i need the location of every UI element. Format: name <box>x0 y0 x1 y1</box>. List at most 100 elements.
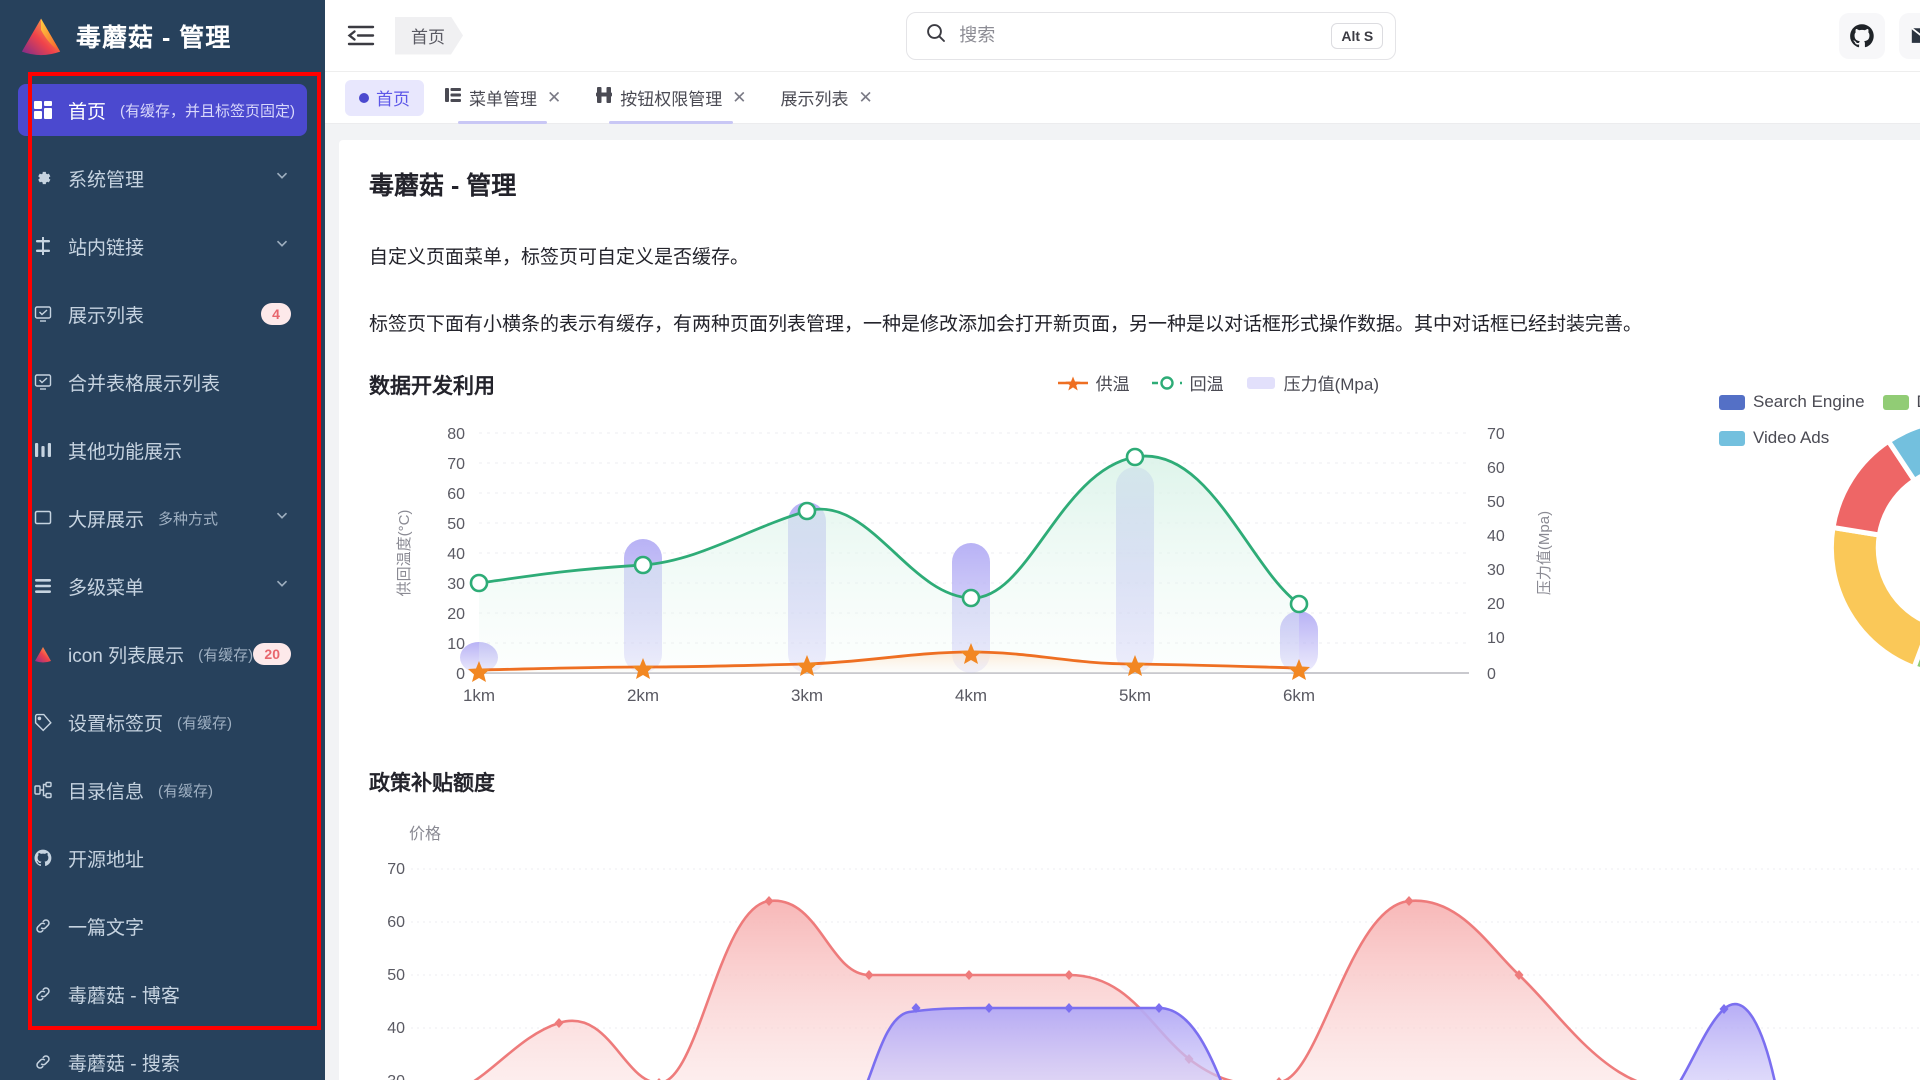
tab-home[interactable]: 首页 <box>345 80 424 116</box>
legend-label: Direct <box>1917 392 1920 412</box>
sidebar-item-blog[interactable]: 毒蘑菇 - 博客 <box>18 968 307 1020</box>
link-node-icon <box>32 235 54 257</box>
charts-row: 数据开发利用 供温 回温 <box>369 370 1920 713</box>
svg-text:0: 0 <box>1487 666 1496 683</box>
brand-title: 毒蘑菇 - 管理 <box>76 18 231 54</box>
sidebar-item-label: 展示列表 <box>68 301 144 328</box>
tab-display-list[interactable]: 展示列表 ✕ <box>767 80 887 116</box>
legend-swatch-icon <box>1719 431 1745 446</box>
sidebar-item-label: 一篇文字 <box>68 913 144 940</box>
svg-text:2km: 2km <box>627 686 659 705</box>
sidebar-item-search-site[interactable]: 毒蘑菇 - 搜索 <box>18 1036 307 1080</box>
svg-text:30: 30 <box>447 576 465 593</box>
search-input[interactable] <box>959 25 1331 46</box>
mail-icon[interactable] <box>1899 13 1920 59</box>
legend-item[interactable]: Search Engine <box>1719 392 1865 412</box>
link-icon <box>32 1051 54 1073</box>
close-icon[interactable]: ✕ <box>859 88 873 108</box>
search-wrap: Alt S <box>906 12 1396 60</box>
github-icon <box>32 847 54 869</box>
close-icon[interactable]: ✕ <box>732 88 746 108</box>
sidebar-item-merged-table-list[interactable]: 合并表格展示列表 <box>18 356 307 408</box>
main-area: 首页 Alt S <box>325 0 1920 1080</box>
monitor-icon <box>32 507 54 529</box>
sidebar-item-label: 其他功能展示 <box>68 437 182 464</box>
tab-label: 首页 <box>376 85 410 110</box>
svg-text:50: 50 <box>1487 494 1505 511</box>
sidebar-badge: 20 <box>253 643 291 665</box>
tab-label: 展示列表 <box>781 85 849 110</box>
legend-item[interactable]: Direct <box>1883 392 1920 412</box>
legend-item[interactable]: 供温 <box>1058 370 1130 395</box>
sidebar-badge: 4 <box>261 303 291 325</box>
search-box[interactable]: Alt S <box>906 12 1396 60</box>
legend-circle-marker-icon <box>1152 375 1182 391</box>
sidebar-item-tab-settings[interactable]: 设置标签页 (有缓存) <box>18 696 307 748</box>
close-icon[interactable]: ✕ <box>547 88 561 108</box>
mushroom-logo-icon <box>32 643 54 665</box>
sidebar-item-sub: (有缓存) <box>177 712 232 733</box>
legend-label: 回温 <box>1190 370 1224 395</box>
chevron-down-icon <box>273 234 291 258</box>
sidebar-item-other-features[interactable]: 其他功能展示 <box>18 424 307 476</box>
sidebar-item-multilevel-menu[interactable]: 多级菜单 <box>18 560 307 612</box>
sidebar-item-home[interactable]: 首页 (有缓存，并且标签页固定) <box>18 84 307 136</box>
legend-label: Search Engine <box>1753 392 1865 412</box>
tab-bar: 首页 菜单管理 ✕ 按钮权限管理 ✕ 展示列表 ✕ <box>325 72 1920 124</box>
sidebar-item-label: 目录信息 <box>68 777 144 804</box>
legend-item[interactable]: 回温 <box>1152 370 1224 395</box>
breadcrumb[interactable]: 首页 <box>395 17 463 55</box>
svg-text:5km: 5km <box>1119 686 1151 705</box>
legend-label: 压力值(Mpa) <box>1284 370 1379 395</box>
page-title: 毒蘑菇 - 管理 <box>369 166 1920 202</box>
sidebar-item-label: 毒蘑菇 - 博客 <box>68 981 180 1008</box>
sidebar-item-open-source[interactable]: 开源地址 <box>18 832 307 884</box>
sidebar-item-label: 设置标签页 <box>68 709 163 736</box>
collapse-menu-icon[interactable] <box>343 18 379 54</box>
brand[interactable]: 毒蘑菇 - 管理 <box>0 0 325 72</box>
chevron-down-icon <box>273 166 291 190</box>
svg-text:20: 20 <box>1487 596 1505 613</box>
chart-traffic-sources: Search Engine Direct Email <box>1709 370 1920 713</box>
legend-item[interactable]: 压力值(Mpa) <box>1246 370 1379 395</box>
chart-title: 数据开发利用 <box>369 370 1709 400</box>
legend-item[interactable]: Video Ads <box>1719 428 1829 448</box>
pie-legend: Search Engine Direct Email <box>1719 392 1920 448</box>
chevron-down-icon <box>273 506 291 530</box>
chart-data-usage: 数据开发利用 供温 回温 <box>369 370 1709 713</box>
y-axis-label: 供回温度(°C) <box>396 510 413 597</box>
bar-chart-icon <box>32 439 54 461</box>
sitemap-icon <box>32 779 54 801</box>
list-icon <box>444 86 462 109</box>
sidebar-item-label: 开源地址 <box>68 845 144 872</box>
tab-menu-management[interactable]: 菜单管理 ✕ <box>430 80 575 116</box>
dot-icon <box>359 93 369 103</box>
github-icon[interactable] <box>1839 13 1885 59</box>
sidebar-item-display-list[interactable]: 展示列表 4 <box>18 288 307 340</box>
chart-policy-subsidy: 政策补贴额度 预购队列 最新成交价 <box>369 767 1920 1080</box>
topbar: 首页 Alt S <box>325 0 1920 72</box>
svg-text:20: 20 <box>447 606 465 623</box>
sidebar-item-system[interactable]: 系统管理 <box>18 152 307 204</box>
sidebar-item-directory-info[interactable]: 目录信息 (有缓存) <box>18 764 307 816</box>
sidebar-item-site-links[interactable]: 站内链接 <box>18 220 307 272</box>
content-scroll-area[interactable]: 毒蘑菇 - 管理 自定义页面菜单，标签页可自定义是否缓存。 标签页下面有小横条的… <box>325 124 1920 1080</box>
y-axis-ticks: 706050 4030 <box>387 861 405 1080</box>
legend-swatch-icon <box>1883 395 1909 410</box>
chart-legend: 供温 回温 压力值(Mpa) <box>1058 370 1379 395</box>
link-icon <box>32 915 54 937</box>
svg-text:6km: 6km <box>1283 686 1315 705</box>
sidebar-item-label: 站内链接 <box>68 233 144 260</box>
sidebar-item-article[interactable]: 一篇文字 <box>18 900 307 952</box>
sidebar-item-sub: (有缓存) <box>158 780 213 801</box>
svg-text:70: 70 <box>1487 426 1505 443</box>
tab-button-permission[interactable]: 按钮权限管理 ✕ <box>581 80 760 116</box>
svg-text:60: 60 <box>387 914 405 931</box>
sidebar-item-big-screen[interactable]: 大屏展示 多种方式 <box>18 492 307 544</box>
sidebar-item-sub: (有缓存) <box>198 644 253 665</box>
sidebar-item-label: 合并表格展示列表 <box>68 369 220 396</box>
sidebar-item-icon-list[interactable]: icon 列表展示 (有缓存) 20 <box>18 628 307 680</box>
chart-canvas-data-usage: 807060 504030 20100 供回温度(°C) 706050 4030… <box>369 418 1699 708</box>
link-icon <box>32 983 54 1005</box>
svg-text:70: 70 <box>447 456 465 473</box>
